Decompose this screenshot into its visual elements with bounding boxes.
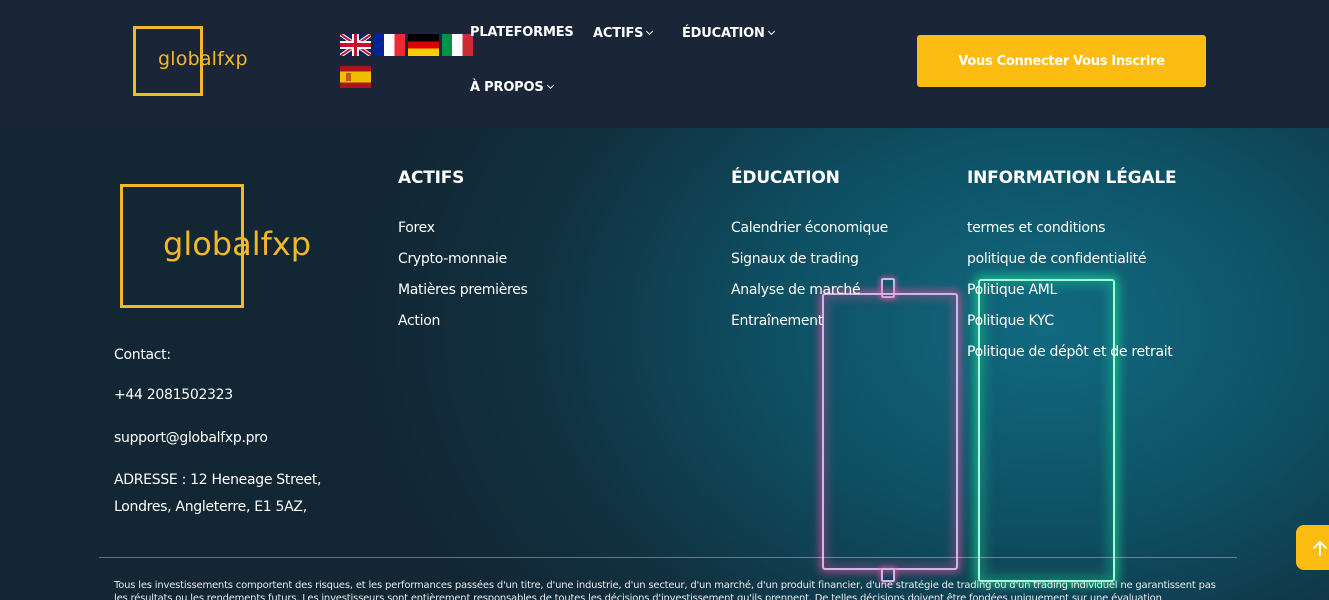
login-register-label: Vous Connecter Vous Inscrire: [958, 53, 1165, 69]
nav-a-propos-label: À PROPOS: [470, 80, 544, 95]
footer-link-commodities[interactable]: Matières premières: [398, 282, 528, 298]
legal-heading: INFORMATION LÉGALE: [967, 168, 1177, 188]
scroll-to-top-button[interactable]: [1296, 525, 1329, 570]
united-kingdom-flag-icon[interactable]: [340, 34, 371, 56]
footer-logo[interactable]: globalfxp: [120, 184, 311, 308]
germany-flag-icon[interactable]: [408, 34, 439, 56]
login-register-button[interactable]: Vous Connecter Vous Inscrire: [917, 35, 1206, 87]
nav-plateformes-label: PLATEFORMES: [470, 25, 574, 40]
footer-link-aml[interactable]: Politique AML: [967, 282, 1057, 298]
footer-link-deposit-withdrawal[interactable]: Politique de dépôt et de retrait: [967, 344, 1173, 360]
site-footer: globalfxp Contact: +44 2081502323 suppor…: [0, 128, 1329, 600]
nav-plateformes[interactable]: PLATEFORMES: [470, 25, 574, 40]
footer-link-forex[interactable]: Forex: [398, 220, 435, 236]
footer-link-calendar[interactable]: Calendrier économique: [731, 220, 888, 236]
footer-logo-text: globalfxp: [163, 225, 312, 263]
footer-link-stocks[interactable]: Action: [398, 313, 440, 329]
risk-disclaimer: Tous les investissements comportent des …: [114, 580, 1216, 600]
contact-email[interactable]: support@globalfxp.pro: [114, 430, 268, 446]
chevron-down-icon: [767, 27, 775, 36]
nav-actifs[interactable]: ACTIFS: [593, 26, 654, 41]
contact-address-line2: Londres, Angleterre, E1 5AZ,: [114, 499, 307, 515]
footer-link-training[interactable]: Entraînement: [731, 313, 823, 329]
contact-address-line1: ADRESSE : 12 Heneage Street,: [114, 472, 322, 488]
footer-link-terms[interactable]: termes et conditions: [967, 220, 1105, 236]
contact-label: Contact:: [114, 347, 171, 363]
footer-link-signals[interactable]: Signaux de trading: [731, 251, 859, 267]
footer-link-privacy[interactable]: politique de confidentialité: [967, 251, 1146, 267]
contact-phone[interactable]: +44 2081502323: [114, 387, 233, 403]
footer-link-analysis[interactable]: Analyse de marché: [731, 282, 861, 298]
actifs-heading: ACTIFS: [398, 168, 465, 188]
red-candle-body: [822, 293, 958, 570]
education-heading: ÉDUCATION: [731, 168, 840, 188]
chevron-down-icon: [546, 81, 554, 90]
footer-link-kyc[interactable]: Politique KYC: [967, 313, 1054, 329]
italy-flag-icon[interactable]: [442, 34, 473, 56]
chevron-down-icon: [646, 27, 654, 36]
footer-divider: [99, 557, 1237, 558]
nav-education-label: ÉDUCATION: [682, 26, 765, 41]
nav-actifs-label: ACTIFS: [593, 26, 644, 41]
nav-a-propos[interactable]: À PROPOS: [470, 80, 554, 95]
nav-education[interactable]: ÉDUCATION: [682, 26, 775, 41]
footer-link-crypto[interactable]: Crypto-monnaie: [398, 251, 507, 267]
site-header: globalfxp PLATEFORMES ACTIFS ÉDUCATION À…: [0, 0, 1329, 128]
header-logo-text: globalfxp: [158, 48, 248, 70]
spain-flag-icon[interactable]: [340, 66, 371, 88]
header-logo[interactable]: globalfxp: [133, 26, 248, 96]
arrow-up-icon: [1313, 540, 1327, 556]
france-flag-icon[interactable]: [374, 34, 405, 56]
